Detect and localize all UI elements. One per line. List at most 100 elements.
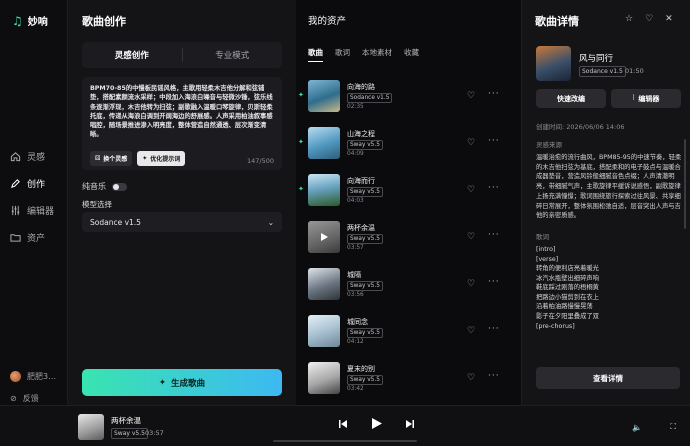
more-options-icon[interactable]: ··· (488, 277, 500, 287)
track-list: ✦ 向海的路 Sodance v1.5 02:35 ♡ ··· ✦ 山海之程 Sway v5.5… (296, 77, 521, 405)
lyric-line: 把路边小猫剪到在衣上 (536, 293, 599, 301)
close-icon[interactable]: ✕ (665, 14, 673, 24)
more-options-icon[interactable]: ··· (488, 371, 500, 381)
nav-label: 灵感 (27, 153, 46, 163)
app-logo[interactable]: ♫ 妙响 (12, 13, 48, 29)
prompt-textarea[interactable]: BPM70-85的中慢板民谣风格，主歌用轻柔木吉他分解和弦铺垫，搭配素颜流水采样… (90, 84, 274, 144)
chevron-down-icon: ⌄ (267, 217, 274, 227)
tab-inspiration-mode[interactable]: 灵感创作 (82, 49, 182, 61)
prompt-box[interactable]: BPM70-85的中慢板民谣风格，主歌用轻柔木吉他分解和弦铺垫，搭配素颜流水采样… (82, 77, 282, 170)
scrollbar[interactable] (684, 139, 686, 229)
song-cover (536, 46, 571, 81)
track-title: 两杯余温 (347, 224, 375, 232)
heart-icon[interactable]: ♡ (467, 373, 475, 383)
generate-song-button[interactable]: ✦ 生成歌曲 (82, 369, 282, 396)
pure-music-toggle-row: 纯音乐 (82, 181, 127, 192)
track-title: 城隔 (347, 271, 361, 279)
lyric-line: [intro] (536, 245, 556, 253)
track-model-badge: Sway v5.5 (347, 187, 383, 197)
created-time: 创建时间: 2026/06/06 14:06 (536, 123, 625, 131)
progress-bar[interactable] (273, 440, 417, 442)
track-row[interactable]: 城隔 Sway v5.5 03:56 ♡ ··· (296, 265, 521, 312)
generate-label: 生成歌曲 (171, 378, 206, 389)
tab-favorites[interactable]: 收藏 (404, 47, 419, 62)
heart-icon[interactable]: ♡ (467, 326, 475, 336)
more-options-icon[interactable]: ··· (488, 324, 500, 334)
track-row[interactable]: 两杯余温 Sway v5.5 03:57 ♡ ··· (296, 218, 521, 265)
heart-icon[interactable]: ♡ (467, 138, 475, 148)
fullscreen-icon[interactable]: ⛶ (670, 422, 676, 432)
view-details-button[interactable]: 查看详情 (536, 367, 680, 389)
track-thumbnail[interactable] (308, 127, 340, 159)
nav-item-inspiration[interactable]: 灵感 (10, 150, 54, 163)
heart-icon[interactable]: ♡ (467, 91, 475, 101)
track-thumbnail[interactable] (308, 315, 340, 347)
optimize-prompt-label: 优化提示词 (150, 156, 181, 163)
track-model-badge: Sway v5.5 (347, 281, 383, 291)
heart-icon[interactable]: ♡ (467, 232, 475, 242)
play-icon[interactable] (308, 221, 340, 253)
star-icon[interactable]: ☆ (625, 14, 633, 24)
nav-label: 资产 (27, 234, 46, 244)
track-row[interactable]: 城同念 Sway v5.5 04:12 ♡ ··· (296, 312, 521, 359)
heart-icon[interactable]: ♡ (645, 14, 653, 24)
nav-item-assets[interactable]: 资产 (10, 231, 54, 244)
heart-icon[interactable]: ♡ (467, 279, 475, 289)
model-select[interactable]: Sodance v1.5 ⌄ (82, 212, 282, 232)
track-row[interactable]: ✦ 山海之程 Sway v5.5 04:09 ♡ ··· (296, 124, 521, 171)
track-row[interactable]: ✦ 向海的路 Sodance v1.5 02:35 ♡ ··· (296, 77, 521, 124)
tab-local-assets[interactable]: 本地素材 (362, 47, 392, 62)
volume-icon[interactable]: 🔈 (632, 423, 642, 432)
detail-panel: 歌曲详情 ☆ ♡ ✕ 风与同行 Sodance v1.5 01:50 快速改编 … (521, 0, 690, 405)
nav-item-editor[interactable]: 编辑器 (10, 204, 54, 217)
editor-button[interactable]: ⫶ 编辑器 (611, 89, 681, 108)
track-duration: 02:35 (347, 104, 364, 110)
magic-wand-icon: ✦ (142, 155, 148, 162)
song-title: 风与同行 (579, 54, 614, 64)
quick-remix-button[interactable]: 快速改编 (536, 89, 606, 108)
more-options-icon[interactable]: ··· (488, 183, 500, 193)
track-row[interactable]: ✦ 向海而行 Sway v5.5 04:03 ♡ ··· (296, 171, 521, 218)
sliders-icon: ⫶ (632, 94, 635, 102)
track-row[interactable]: 夏末的别 Sway v5.5 03:42 ♡ ··· (296, 359, 521, 405)
track-thumbnail[interactable] (308, 268, 340, 300)
track-thumbnail[interactable] (308, 362, 340, 394)
inspiration-label: 灵感来源 (536, 141, 562, 149)
user-profile[interactable]: 肥肥3… (10, 371, 56, 382)
model-label: 模型选择 (82, 200, 112, 209)
next-icon[interactable] (405, 419, 415, 429)
track-thumbnail[interactable] (308, 80, 340, 112)
music-note-icon: ♫ (12, 13, 23, 28)
feedback-link[interactable]: ⊘ 反馈 (10, 393, 56, 404)
page-title: 歌曲创作 (82, 15, 126, 28)
player-bar: 两杯余温 Sway v5.5 03:57 🔈 ⛶ (0, 405, 690, 446)
pure-music-label: 纯音乐 (82, 182, 106, 191)
lyric-line: 转角的便利店亮着暖光 (536, 265, 599, 273)
assets-tabs: 歌曲 歌词 本地素材 收藏 (308, 47, 419, 62)
track-title: 向海而行 (347, 177, 375, 185)
track-thumbnail[interactable] (308, 174, 340, 206)
track-thumbnail[interactable] (308, 221, 340, 253)
user-name: 肥肥3… (27, 372, 57, 381)
folder-icon (10, 234, 21, 242)
track-model-badge: Sway v5.5 (347, 234, 383, 244)
track-duration: 03:57 (347, 245, 364, 251)
previous-icon[interactable] (338, 419, 348, 429)
lyric-line: 冰汽水瓶壁出细碎声响 (536, 274, 599, 282)
char-counter: 147/500 (246, 157, 274, 165)
more-options-icon[interactable]: ··· (488, 136, 500, 146)
heart-icon[interactable]: ♡ (467, 185, 475, 195)
tab-lyrics[interactable]: 歌词 (335, 47, 350, 62)
random-inspiration-button[interactable]: ⚄ 换个灵感 (90, 151, 133, 166)
tab-songs[interactable]: 歌曲 (308, 47, 323, 62)
nav-item-create[interactable]: 创作 (10, 177, 54, 190)
play-icon[interactable] (370, 417, 383, 430)
more-options-icon[interactable]: ··· (488, 230, 500, 240)
detail-scroll-area[interactable]: 灵感来源 温暖治愈的流行曲风，BPM85-95的中速节奏，轻柔的木吉他扫弦为基底… (536, 139, 682, 361)
player-badge: Sway v5.5 (111, 428, 148, 439)
more-options-icon[interactable]: ··· (488, 89, 500, 99)
pure-music-toggle[interactable] (112, 182, 127, 191)
optimize-prompt-button[interactable]: ✦ 优化提示词 (137, 151, 186, 166)
nav-label: 编辑器 (27, 207, 55, 217)
tab-pro-mode[interactable]: 专业模式 (183, 49, 283, 61)
